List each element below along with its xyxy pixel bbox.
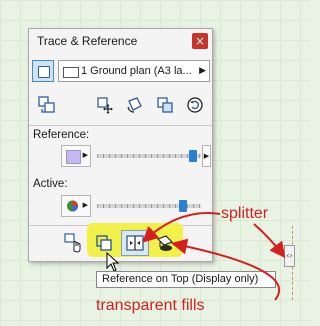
arrow-to-transparent-fills (171, 238, 281, 301)
annotation-arrows (142, 212, 286, 301)
arrow-to-splitter-button (142, 212, 221, 243)
arrow-to-splitter-handle (253, 223, 286, 259)
